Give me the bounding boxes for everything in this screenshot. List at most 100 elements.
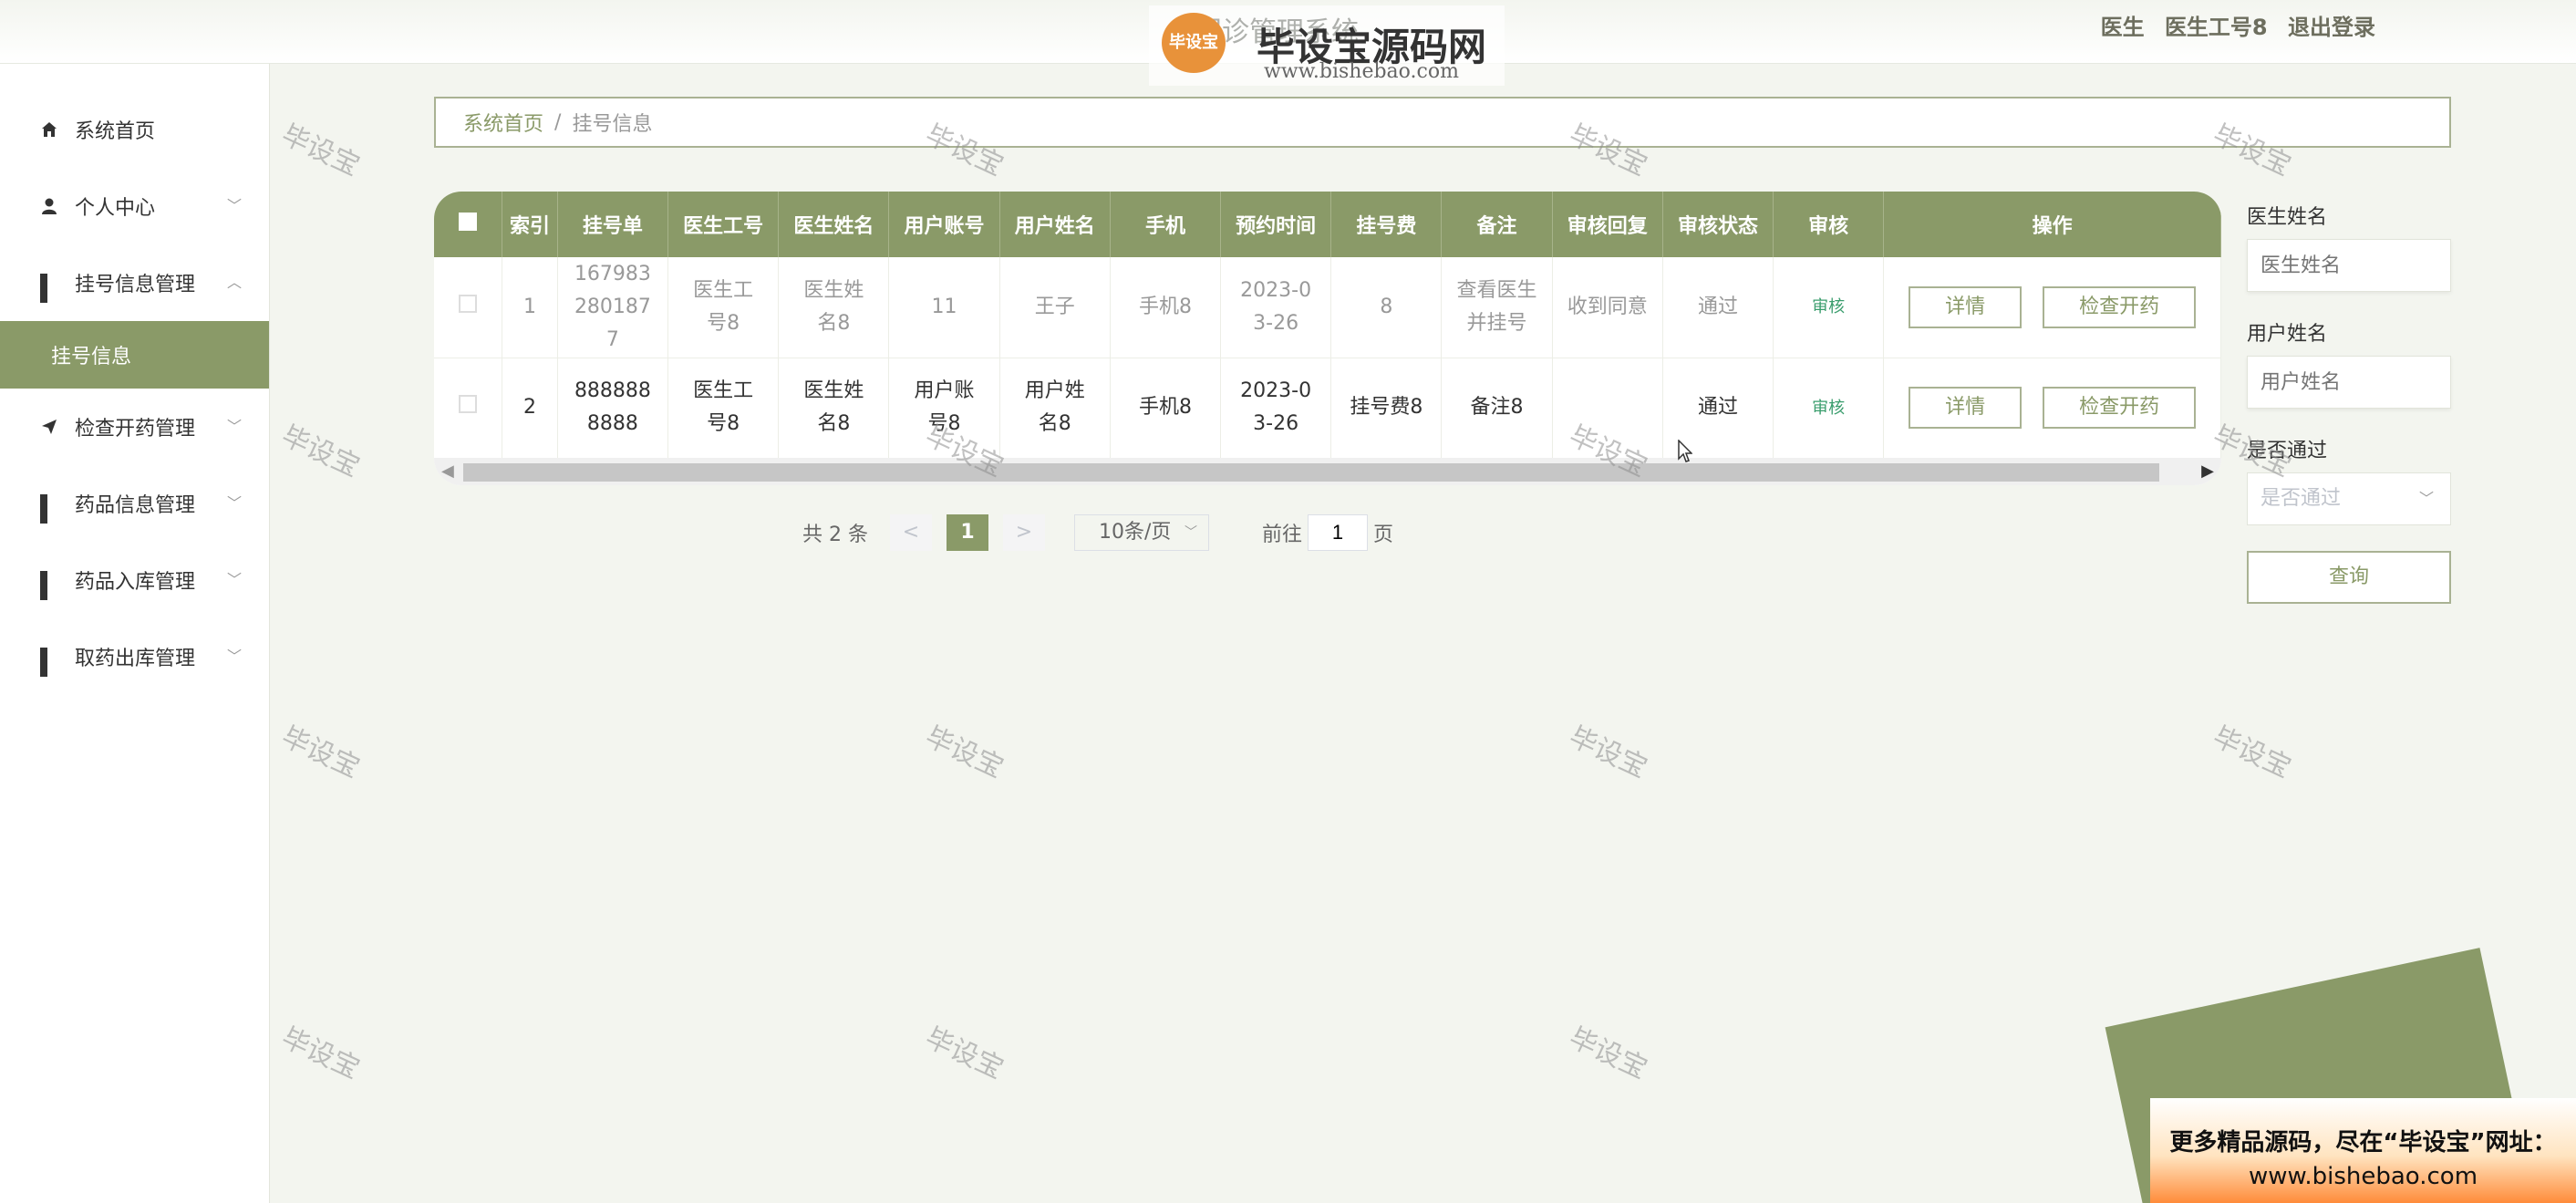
grid-icon [40,571,58,600]
cell-user-name: 用户姓名8 [999,358,1111,459]
sidebar-item-home[interactable]: 系统首页 [0,91,269,168]
cell-phone: 手机8 [1110,358,1222,459]
sidebar-item-drug-stock-out[interactable]: 取药出库管理 ﹀ [0,618,269,695]
ad-line-1: 更多精品源码，尽在“毕设宝”网址： [2169,1129,2557,1156]
sidebar-item-label: 检查开药管理 [75,418,196,441]
query-button[interactable]: 查询 [2247,551,2451,604]
watermark: 毕设宝 [920,1022,1009,1086]
chevron-down-icon: ﹀ [227,197,243,214]
cell-account: 11 [888,257,1000,358]
detail-button[interactable]: 详情 [1909,285,2023,328]
cell-index: 2 [502,358,558,459]
column-header: 医生工号 [667,192,780,257]
cell-fee: 挂号费8 [1330,358,1443,459]
mouse-cursor-icon [1678,440,1692,462]
home-icon [42,122,57,137]
exam-prescribe-button[interactable]: 检查开药 [2043,387,2197,429]
sidebar-item-exam-prescribe[interactable]: 检查开药管理 ﹀ [0,389,269,465]
user-name-input[interactable] [2247,356,2451,409]
chevron-down-icon: ﹀ [227,418,243,435]
cell-note: 备注8 [1441,358,1553,459]
ad-banner[interactable]: 更多精品源码，尽在“毕设宝”网址： www.bishebao.com [2150,1098,2576,1203]
grid-icon [40,494,58,524]
scroll-left-icon[interactable]: ◀ [441,461,454,481]
cell-doctor-no: 医生工号8 [667,257,780,358]
grid-icon [40,274,58,303]
sidebar-item-registration-mgmt[interactable]: 挂号信息管理 ︿ [0,244,269,321]
column-header: 医生姓名 [778,192,890,257]
column-header: 备注 [1441,192,1553,257]
audit-link[interactable]: 审核 [1812,297,1845,316]
cell-time: 2023-03-26 [1220,358,1332,459]
cell-reply: 收到同意 [1552,257,1663,358]
breadcrumb-separator: / [554,110,562,134]
grid-icon [40,648,58,677]
send-icon [42,420,57,434]
cell-audit: 审核 [1773,358,1885,459]
chevron-down-icon: ﹀ [1184,525,1197,540]
horizontal-scrollbar[interactable]: ◀ ▶ [434,458,2221,485]
cell-actions: 详情 检查开药 [1883,257,2221,358]
select-all-checkbox[interactable] [459,213,478,231]
cell-order: 1679832801877 [557,257,669,358]
cell-time: 2023-03-26 [1220,257,1332,358]
sidebar-item-label: 取药出库管理 [75,648,196,670]
row-checkbox[interactable] [459,395,478,413]
doctor-name-input[interactable] [2247,239,2451,292]
watermark: 毕设宝 [276,420,365,484]
page-number[interactable]: 1 [946,514,988,551]
page-suffix: 页 [1373,524,1394,546]
column-header: 挂号费 [1330,192,1443,257]
row-select-cell[interactable] [434,358,503,459]
sidebar-item-label: 系统首页 [75,120,156,143]
column-header: 审核状态 [1662,192,1774,257]
next-page-button[interactable]: > [1002,514,1045,551]
goto-page-input[interactable] [1308,514,1368,551]
logout-link[interactable]: 退出登录 [2288,15,2375,40]
table-header-row: 索引 挂号单 医生工号 医生姓名 用户账号 用户姓名 手机 预约时间 挂号费 备… [434,192,2221,257]
cell-fee: 8 [1330,257,1443,358]
watermark: 毕设宝 [276,721,365,785]
watermark: 毕设宝 [1564,721,1652,785]
page-size-value: 10条/页 [1098,521,1172,544]
watermark: 毕设宝 [920,721,1009,785]
column-header: 用户姓名 [999,192,1111,257]
row-select-cell[interactable] [434,257,503,358]
sidebar-item-drug-info[interactable]: 药品信息管理 ﹀ [0,465,269,542]
total-count: 共 2 条 [802,524,868,546]
sidebar-item-label: 挂号信息 [51,346,132,368]
column-header: 审核 [1773,192,1885,257]
column-header: 操作 [1883,192,2221,257]
user-name-label: 用户姓名 [2247,323,2328,346]
cell-status: 通过 [1662,257,1774,358]
sidebar-item-registration-info[interactable]: 挂号信息 [0,321,269,389]
sidebar-item-personal[interactable]: 个人中心 ﹀ [0,168,269,244]
column-header: 挂号单 [557,192,669,257]
system-title-area: 门诊管理系统 毕设宝 毕设宝源码网 www.bishebao.com [1149,5,1505,86]
breadcrumb: 系统首页 / 挂号信息 [434,97,2451,148]
watermark: 毕设宝 [276,1022,365,1086]
brand-logo-icon: 毕设宝 [1162,13,1226,73]
user-icon [42,198,57,214]
goto-label: 前往 [1261,524,1302,546]
sidebar-item-drug-stock-in[interactable]: 药品入库管理 ﹀ [0,542,269,618]
chevron-down-icon: ﹀ [227,648,243,665]
exam-prescribe-button[interactable]: 检查开药 [2043,285,2197,328]
sidebar-item-label: 药品信息管理 [75,494,196,517]
pass-select-placeholder: 是否通过 [2260,487,2342,510]
column-header: 手机 [1110,192,1222,257]
scroll-right-icon[interactable]: ▶ [2201,461,2214,481]
row-checkbox[interactable] [459,294,478,313]
sidebar-item-label: 挂号信息管理 [75,274,196,296]
detail-button[interactable]: 详情 [1909,387,2023,429]
column-header: 用户账号 [888,192,1000,257]
audit-link[interactable]: 审核 [1812,399,1845,418]
select-all-cell[interactable] [434,192,503,257]
prev-page-button[interactable]: < [889,514,932,551]
cell-phone: 手机8 [1110,257,1222,358]
scrollbar-thumb[interactable] [463,463,2159,482]
breadcrumb-home[interactable]: 系统首页 [463,108,543,137]
cell-doctor-no: 医生工号8 [667,358,780,459]
chevron-down-icon: ﹀ [227,571,243,588]
page-size-select[interactable]: 10条/页 ﹀ [1073,514,1209,551]
